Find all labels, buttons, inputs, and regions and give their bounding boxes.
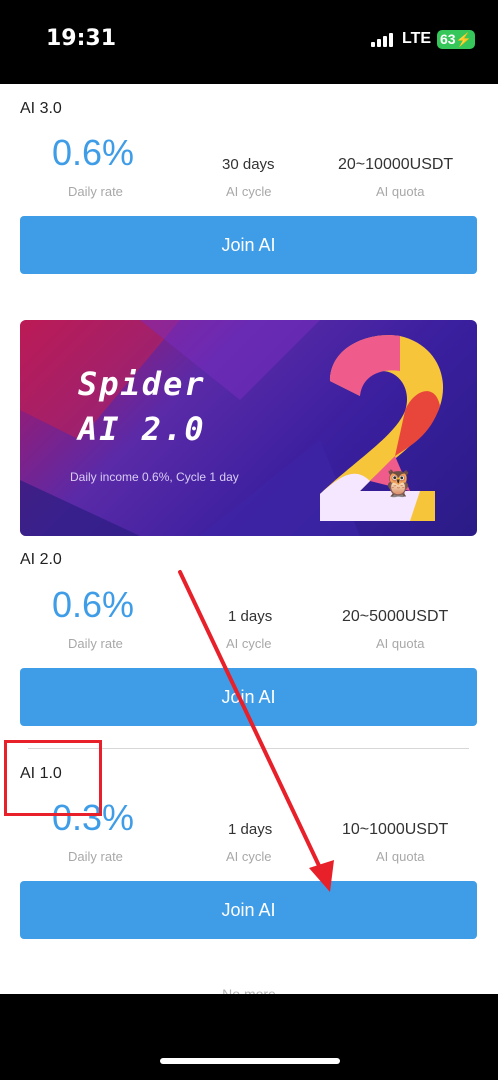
- bottom-bar: [0, 994, 498, 1080]
- home-indicator[interactable]: [160, 1058, 340, 1064]
- annotation-arrow-icon: [178, 570, 334, 892]
